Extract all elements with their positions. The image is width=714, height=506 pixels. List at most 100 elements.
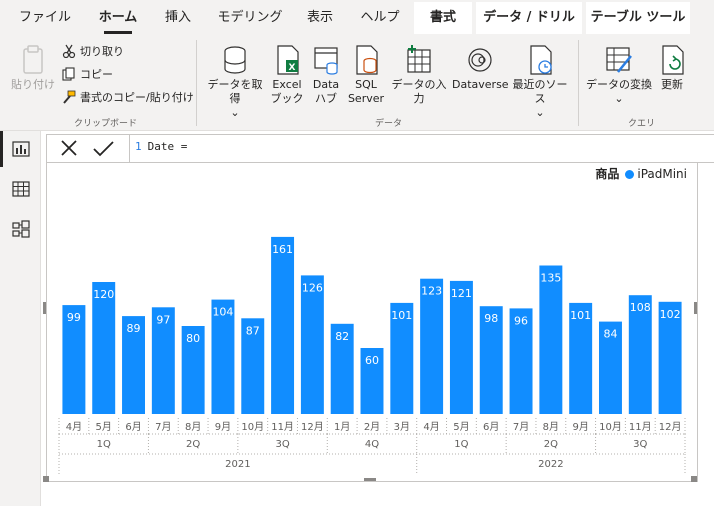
data-view-icon[interactable] <box>12 180 30 198</box>
transform-data-label: データの変換 <box>586 78 652 91</box>
bar[interactable] <box>300 275 324 414</box>
data-label: 60 <box>365 354 379 367</box>
cut-button[interactable]: 切り取り <box>62 43 124 61</box>
x-tick-label: 11月 <box>629 421 652 433</box>
resize-handle-bottom-left[interactable] <box>43 476 49 482</box>
recent-sources-button[interactable]: 最近のソース ⌄ <box>508 44 572 120</box>
data-label: 120 <box>93 288 114 301</box>
tab-insert[interactable]: 挿入 <box>156 0 200 36</box>
x-tick-label: 4月 <box>423 421 439 433</box>
x-tick-label: 8月 <box>185 421 201 433</box>
dataverse-button[interactable]: Dataverse <box>452 44 509 92</box>
bar[interactable] <box>271 236 295 414</box>
copy-label: コピー <box>80 68 113 81</box>
ribbon-separator <box>578 40 579 126</box>
copy-icon <box>62 67 75 81</box>
resize-handle-right[interactable] <box>694 302 697 314</box>
tab-modeling[interactable]: モデリング <box>214 0 286 36</box>
tab-file[interactable]: ファイル <box>14 0 76 36</box>
transform-data-button[interactable]: データの変換 ⌄ <box>586 44 652 106</box>
x-tick-label: 6月 <box>125 421 141 433</box>
x-tick-label: 7月 <box>155 421 171 433</box>
report-view-icon[interactable] <box>12 140 30 158</box>
x-tick-label: 8月 <box>543 421 559 433</box>
format-painter-button[interactable]: 書式のコピー/貼り付け <box>62 89 194 107</box>
format-painter-label: 書式のコピー/貼り付け <box>80 91 194 104</box>
bar[interactable] <box>420 278 444 414</box>
bar[interactable] <box>449 280 473 414</box>
column-chart-visual[interactable]: 商品 iPadMini 99 4月 120 5月 89 6月 97 7月 80 8月 104 9月 87 1… <box>46 162 698 482</box>
data-label: 126 <box>302 281 323 294</box>
resize-handle-bottom-right[interactable] <box>691 476 697 482</box>
clipboard-group-label: クリップボード <box>74 119 138 129</box>
data-label: 121 <box>451 287 472 300</box>
sql-server-label-1: SQL <box>355 78 377 91</box>
transform-data-icon <box>606 47 632 73</box>
data-hub-label-2: ハブ <box>315 92 337 105</box>
data-group-label: データ <box>375 119 403 129</box>
get-data-button[interactable]: データを取得 ⌄ <box>203 44 267 120</box>
sql-server-icon <box>356 45 378 75</box>
cancel-formula-icon[interactable] <box>51 135 87 162</box>
commit-formula-icon[interactable] <box>85 135 121 162</box>
paste-label: 貼り付け <box>11 78 55 91</box>
x-tick-label: 12月 <box>301 421 324 433</box>
formula-bar: 1 Date = <box>46 134 714 163</box>
recent-sources-icon <box>530 45 552 75</box>
quarter-label: 3Q <box>275 439 289 450</box>
sql-server-button[interactable]: SQL Server <box>346 44 386 106</box>
bar[interactable] <box>92 282 116 414</box>
data-label: 96 <box>514 314 528 327</box>
refresh-button[interactable]: 更新 <box>654 44 690 92</box>
data-hub-icon <box>314 47 338 75</box>
recent-sources-label: 最近のソース <box>512 78 568 105</box>
x-tick-label: 9月 <box>572 421 588 433</box>
year-label: 2021 <box>225 459 250 470</box>
dataverse-label: Dataverse <box>452 78 509 91</box>
resize-handle-bottom[interactable] <box>364 478 376 481</box>
database-icon <box>224 46 246 74</box>
tab-format[interactable]: 書式 <box>414 2 472 34</box>
quarter-label: 4Q <box>365 439 379 450</box>
x-tick-label: 1月 <box>334 421 350 433</box>
formula-input[interactable]: 1 Date = <box>129 135 714 162</box>
chevron-down-icon: ⌄ <box>535 106 545 119</box>
enter-data-button[interactable]: データの入力 <box>388 44 450 106</box>
tab-home[interactable]: ホーム <box>92 0 144 36</box>
x-tick-label: 2月 <box>364 421 380 433</box>
data-label: 101 <box>570 309 591 322</box>
data-label: 97 <box>156 313 170 326</box>
resize-handle-left[interactable] <box>43 302 46 314</box>
paste-button[interactable]: 貼り付け <box>10 44 56 92</box>
tab-help[interactable]: ヘルプ <box>354 0 406 36</box>
tab-data-drill[interactable]: データ / ドリル <box>476 2 582 34</box>
table-grid-icon <box>407 45 431 73</box>
x-tick-label: 5月 <box>453 421 469 433</box>
copy-button[interactable]: コピー <box>62 66 113 84</box>
get-data-label: データを取得 <box>207 78 263 105</box>
paste-icon <box>23 45 43 74</box>
data-label: 84 <box>603 328 617 341</box>
data-label: 80 <box>186 332 200 345</box>
active-view-indicator <box>0 131 3 167</box>
data-label: 123 <box>421 285 442 298</box>
data-label: 161 <box>272 243 293 256</box>
data-label: 135 <box>540 272 561 285</box>
tab-table-tools[interactable]: テーブル ツール <box>586 2 690 34</box>
svg-text:X: X <box>289 63 296 73</box>
x-tick-label: 4月 <box>66 421 82 433</box>
data-hub-label-1: Data <box>312 78 340 91</box>
x-tick-label: 10月 <box>599 421 622 433</box>
excel-workbook-button[interactable]: X Excel ブック <box>270 44 304 106</box>
paintbrush-icon <box>63 90 76 104</box>
x-tick-label: 6月 <box>483 421 499 433</box>
quarter-label: 2Q <box>186 439 200 450</box>
tab-view[interactable]: 表示 <box>300 0 340 36</box>
x-tick-label: 12月 <box>659 421 682 433</box>
x-tick-label: 7月 <box>513 421 529 433</box>
year-label: 2022 <box>538 459 563 470</box>
data-hub-button[interactable]: Data ハブ <box>308 44 344 106</box>
model-view-icon[interactable] <box>12 220 30 238</box>
bar[interactable] <box>539 265 563 415</box>
data-label: 89 <box>127 322 141 335</box>
